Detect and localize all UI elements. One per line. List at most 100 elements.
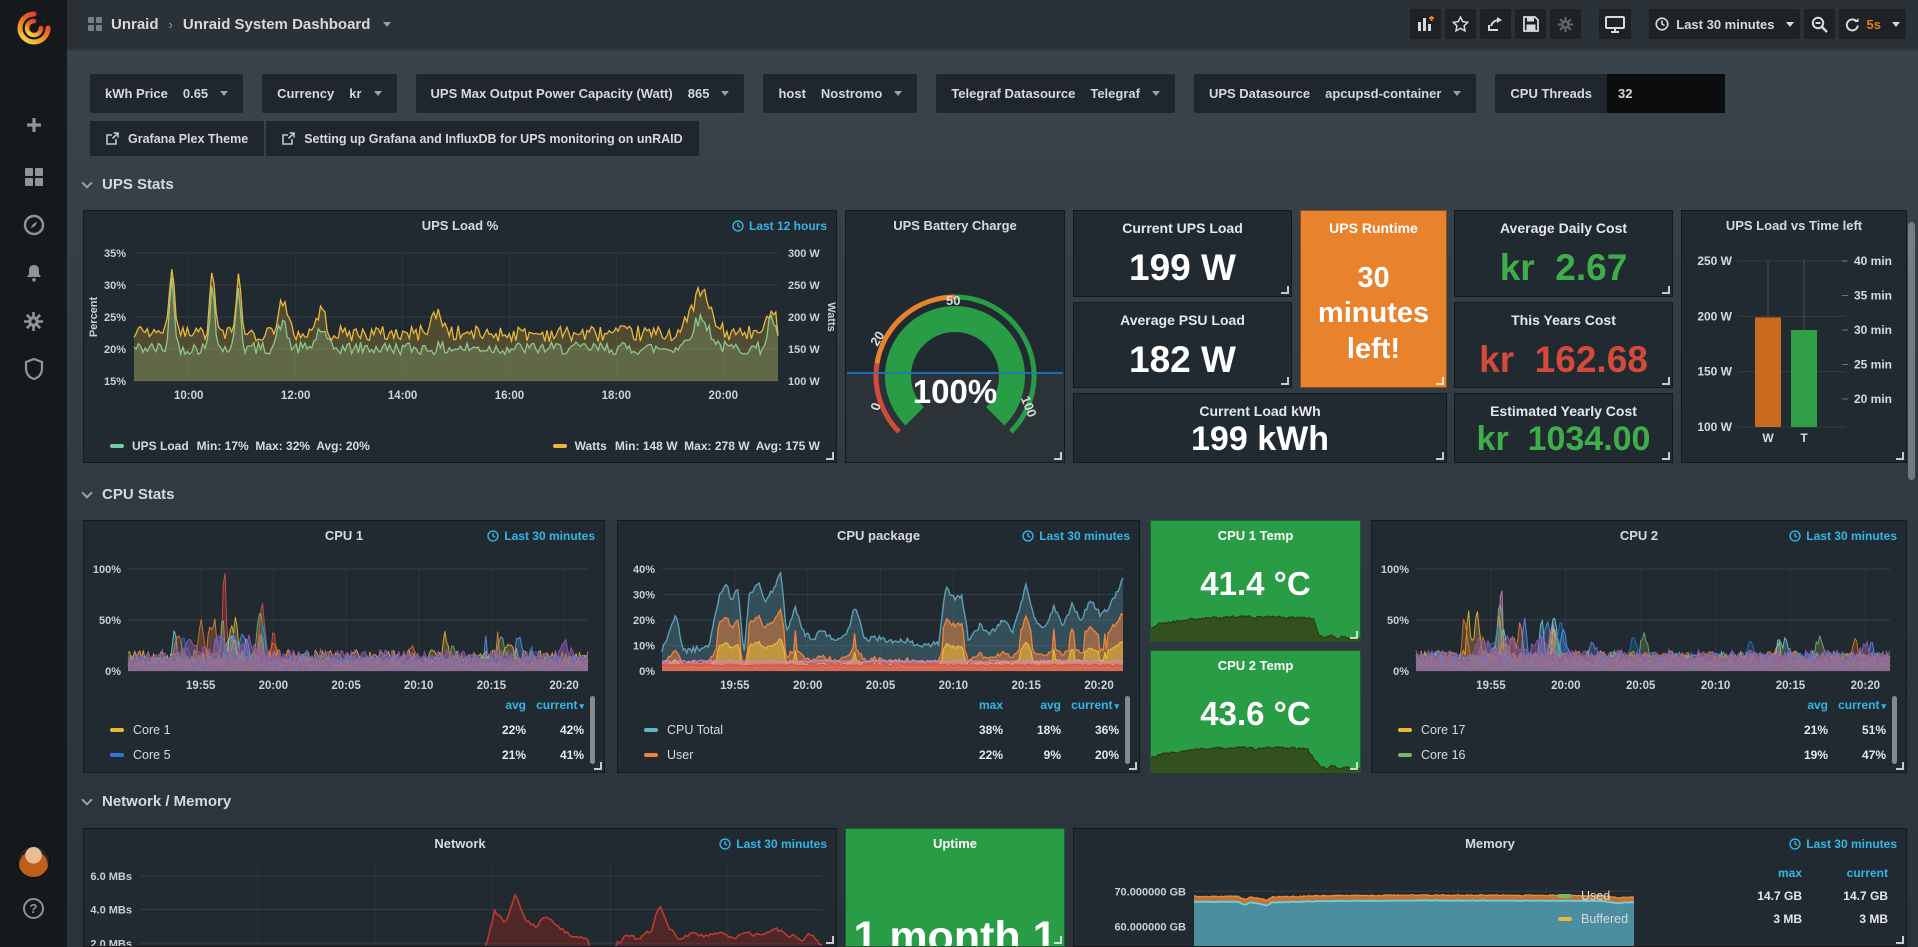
stat-title[interactable]: UPS Runtime [1301, 220, 1446, 236]
stat-title[interactable]: Average Daily Cost [1455, 220, 1672, 236]
legend-col-avg[interactable]: avg [1003, 698, 1061, 712]
svg-text:12:00: 12:00 [281, 390, 310, 402]
panel-title[interactable]: UPS Battery Charge [846, 218, 1064, 233]
variable-kwh-price-value[interactable]: 0.65 [183, 86, 228, 101]
page-scrollbar[interactable] [1908, 222, 1915, 480]
star-button[interactable] [1445, 9, 1476, 39]
variable-ups-max-output-value[interactable]: 865 [688, 86, 730, 101]
dashboards-icon[interactable] [0, 164, 67, 190]
svg-text:20:00: 20:00 [259, 680, 288, 692]
caret-down-icon [220, 91, 228, 96]
configuration-gear-icon[interactable] [0, 308, 67, 334]
variable-currency-value[interactable]: kr [349, 86, 381, 101]
stat-title[interactable]: Average PSU Load [1074, 312, 1291, 328]
legend-col-current[interactable]: current [1061, 698, 1119, 712]
external-link-icon [282, 132, 295, 145]
panel-title[interactable]: UPS Load vs Time left [1682, 218, 1906, 233]
legend-ups-load[interactable]: UPS LoadMin: 17% Max: 32% Avg: 20% [110, 439, 370, 453]
section-ups-stats[interactable]: UPS Stats [83, 176, 174, 193]
caret-down-icon [894, 91, 902, 96]
cpu-threads-input[interactable] [1607, 74, 1725, 113]
explore-icon[interactable] [0, 212, 67, 238]
panel-title[interactable]: CPU 2 Temp [1151, 658, 1360, 673]
panel-timerange[interactable]: Last 30 minutes [1022, 529, 1130, 543]
panel-ups-battery-charge: UPS Battery Charge 0 20 50 100 100% [845, 210, 1065, 463]
create-icon[interactable] [0, 112, 67, 138]
legend-col-current[interactable]: current [1802, 866, 1888, 880]
variable-ups-datasource-value[interactable]: apcupsd-container [1325, 86, 1461, 101]
server-admin-shield-icon[interactable] [0, 356, 67, 382]
panel-timerange[interactable]: Last 30 minutes [1789, 837, 1897, 851]
variable-host-value[interactable]: Nostromo [821, 86, 902, 101]
legend-watts[interactable]: WattsMin: 148 W Max: 278 W Avg: 175 W [553, 439, 820, 453]
time-range-picker[interactable]: Last 30 minutes [1649, 9, 1799, 39]
page-title[interactable]: Unraid System Dashboard [183, 16, 371, 33]
panel-timerange[interactable]: Last 30 minutes [1789, 529, 1897, 543]
svg-text:20:20: 20:20 [549, 680, 578, 692]
stat-title[interactable]: This Years Cost [1455, 312, 1672, 328]
legend-col-current[interactable]: current [526, 698, 584, 712]
stat-title[interactable]: Current UPS Load [1074, 220, 1291, 236]
share-button[interactable] [1480, 9, 1511, 39]
user-avatar[interactable] [0, 844, 67, 878]
panel-timerange[interactable]: Last 30 minutes [487, 529, 595, 543]
legend-col-avg[interactable]: avg [468, 698, 526, 712]
svg-text:50%: 50% [1387, 615, 1409, 627]
legend-scrollbar[interactable] [590, 696, 595, 764]
panel-title[interactable]: UPS Load % [84, 218, 836, 233]
settings-gear-icon[interactable] [1550, 9, 1581, 39]
refresh-button[interactable]: 5s [1839, 9, 1906, 39]
svg-text:20%: 20% [104, 344, 126, 356]
uptime-value: 1 month 1 [846, 913, 1064, 947]
svg-text:35%: 35% [104, 248, 126, 260]
add-panel-button[interactable] [1410, 9, 1441, 39]
svg-text:2.0 MBs: 2.0 MBs [90, 938, 132, 946]
legend-col-current[interactable]: current [1828, 698, 1886, 712]
breadcrumb-folder[interactable]: Unraid [111, 16, 159, 33]
alerting-bell-icon[interactable] [0, 260, 67, 286]
variable-currency: Currency kr [262, 74, 396, 113]
variable-telegraf-datasource-value[interactable]: Telegraf [1090, 86, 1160, 101]
clock-icon [732, 220, 744, 232]
svg-text:10:00: 10:00 [174, 390, 203, 402]
panel-title[interactable]: Uptime [846, 836, 1064, 851]
external-link-icon [106, 132, 119, 145]
panel-cpu1-temp: CPU 1 Temp 41.4 °C [1150, 520, 1361, 642]
legend-col-max[interactable]: max [945, 698, 1003, 712]
svg-text:0%: 0% [105, 666, 121, 678]
svg-text:250 W: 250 W [1697, 254, 1732, 268]
stat-title[interactable]: Current Load kWh [1074, 403, 1446, 419]
svg-text:Percent: Percent [88, 296, 100, 337]
refresh-caret-icon [1892, 22, 1900, 27]
dashboard-grid-icon[interactable] [88, 17, 102, 31]
panel-timerange[interactable]: Last 30 minutes [719, 837, 827, 851]
stat-value: 199 W [1074, 247, 1291, 289]
panel-title[interactable]: CPU 1 Temp [1151, 528, 1360, 543]
legend-scrollbar[interactable] [1892, 696, 1897, 764]
help-icon[interactable]: ? [0, 896, 67, 920]
link-ups-monitoring-guide[interactable]: Setting up Grafana and InfluxDB for UPS … [266, 121, 698, 156]
svg-text:35 min: 35 min [1854, 289, 1892, 303]
refresh-interval-label: 5s [1867, 17, 1881, 32]
legend-scrollbar[interactable] [1125, 696, 1130, 764]
panel-uptime: Uptime 1 month 1 [845, 828, 1065, 947]
legend-col-avg[interactable]: avg [1770, 698, 1828, 712]
zoom-out-button[interactable] [1804, 9, 1835, 39]
svg-text:30%: 30% [104, 280, 126, 292]
section-cpu-stats[interactable]: CPU Stats [83, 486, 175, 503]
panel-cpu-1: CPU 1 Last 30 minutes 100%50%0%19:5520:0… [83, 520, 605, 773]
stat-title[interactable]: Estimated Yearly Cost [1455, 403, 1672, 419]
battery-charge-value: 100% [846, 373, 1064, 411]
cycle-view-monitor-icon[interactable] [1599, 9, 1631, 39]
title-caret-icon[interactable] [383, 22, 391, 27]
save-button[interactable] [1515, 9, 1546, 39]
clock-icon [487, 530, 499, 542]
panel-title[interactable]: Memory [1074, 836, 1906, 851]
link-grafana-plex-theme[interactable]: Grafana Plex Theme [90, 121, 264, 156]
legend-col-max[interactable]: max [1716, 866, 1802, 880]
panel-timerange[interactable]: Last 12 hours [732, 219, 827, 233]
grafana-logo-icon[interactable] [0, 8, 67, 48]
svg-text:14:00: 14:00 [388, 390, 417, 402]
time-range-label: Last 30 minutes [1676, 17, 1774, 32]
section-network-memory[interactable]: Network / Memory [83, 793, 231, 810]
